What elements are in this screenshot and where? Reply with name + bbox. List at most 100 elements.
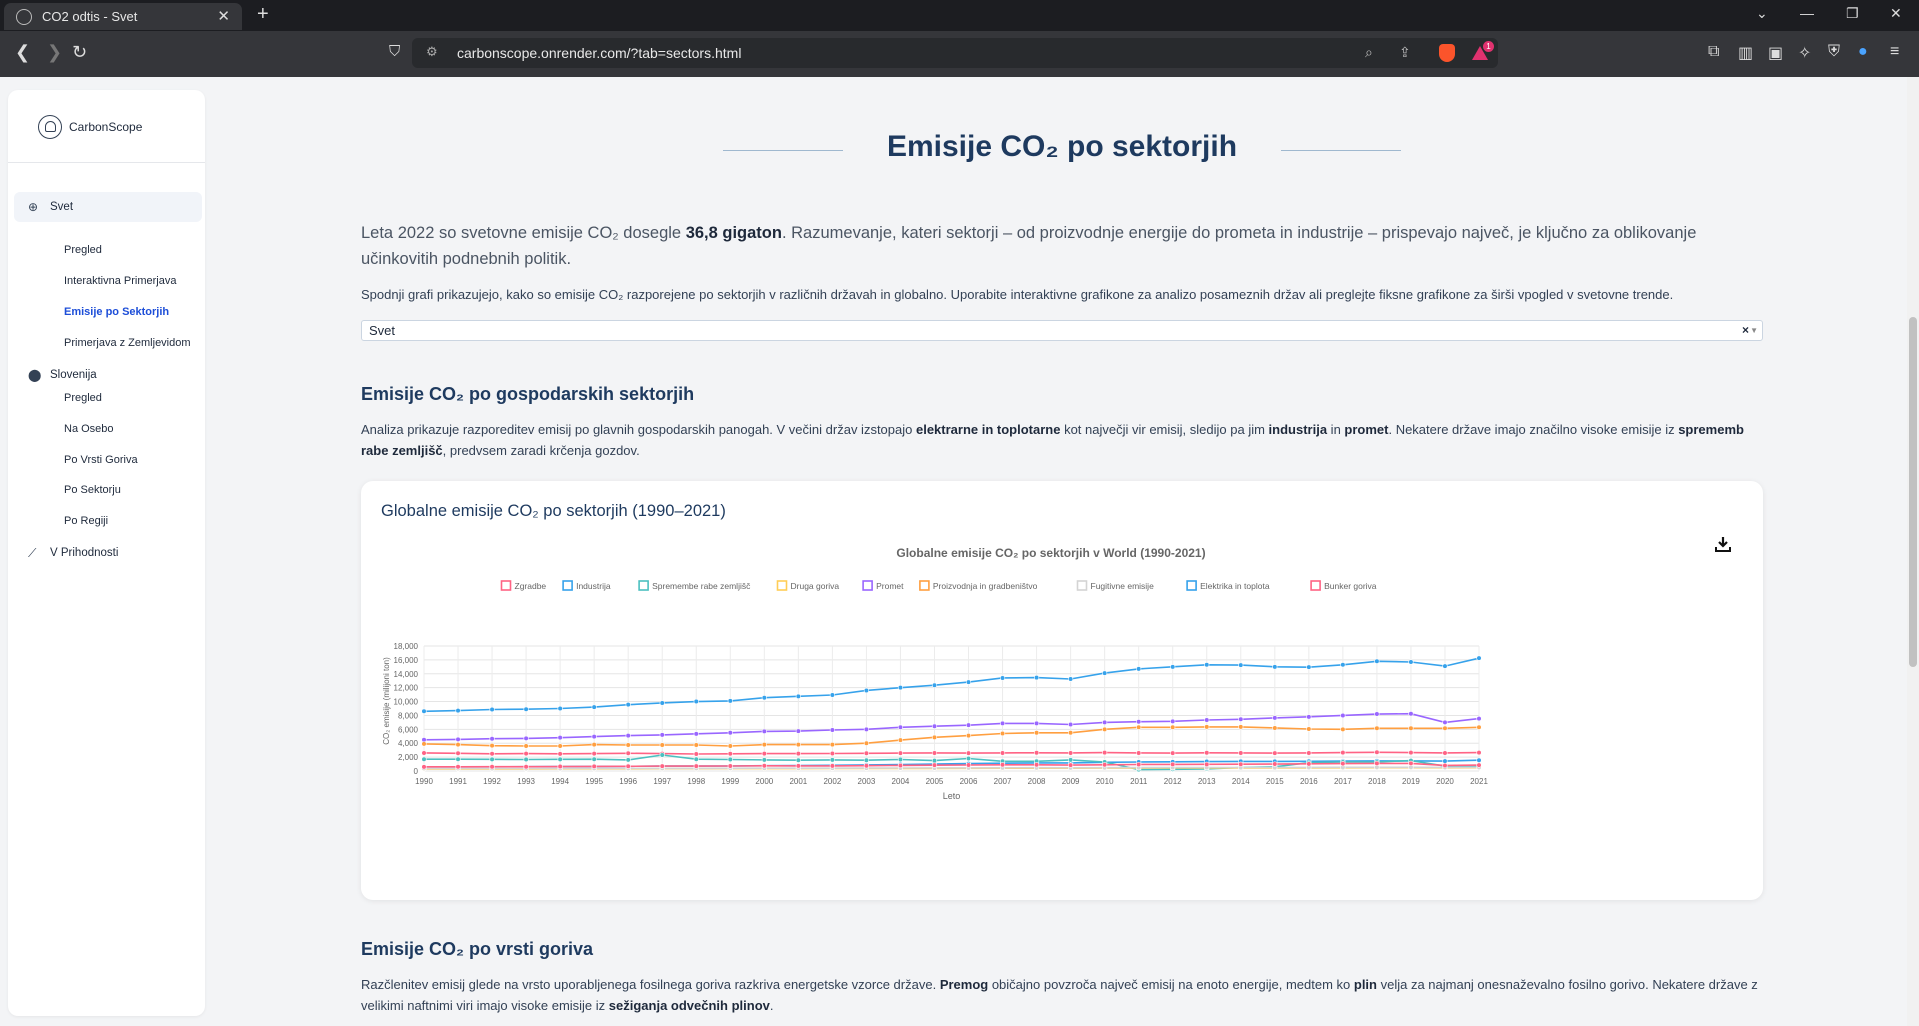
data-point[interactable] — [557, 751, 563, 757]
sidebar-subitem-svet-pregled[interactable]: Pregled — [64, 244, 102, 256]
data-point[interactable] — [897, 762, 904, 769]
data-point[interactable] — [557, 735, 563, 741]
sidebar-subitem-na-osebo[interactable]: Na Osebo — [64, 423, 114, 435]
data-point[interactable] — [795, 693, 801, 699]
data-point[interactable] — [693, 698, 699, 705]
vpn-icon[interactable]: ⛨ — [1828, 43, 1840, 61]
data-point[interactable] — [829, 750, 835, 757]
data-point[interactable] — [1238, 750, 1244, 756]
data-point[interactable] — [557, 756, 563, 762]
data-point[interactable] — [1408, 725, 1414, 731]
data-point[interactable] — [1033, 674, 1040, 681]
data-point[interactable] — [523, 756, 529, 763]
sector-emissions-chart[interactable]: Globalne emisije CO₂ po sektorjih v Worl… — [361, 541, 1763, 891]
data-point[interactable] — [1102, 719, 1108, 725]
sidebar-item-slovenija[interactable]: ⬤ Slovenija — [14, 360, 202, 390]
legend-label[interactable]: Proizvodnja in gradbeništvo — [933, 581, 1038, 591]
extensions-icon[interactable]: ⧉ — [1708, 43, 1719, 61]
data-point[interactable] — [1033, 730, 1040, 736]
data-point[interactable] — [1136, 719, 1142, 725]
data-point[interactable] — [693, 751, 699, 757]
data-point[interactable] — [727, 730, 733, 736]
data-point[interactable] — [693, 742, 699, 748]
data-point[interactable] — [1408, 760, 1414, 766]
data-point[interactable] — [557, 763, 563, 770]
dropdown-caret-icon[interactable]: ▼ — [1750, 321, 1758, 340]
sidebar-item-svet[interactable]: ⊕ Svet — [14, 192, 202, 222]
new-tab-icon[interactable]: + — [257, 3, 269, 26]
legend-label[interactable]: Druga goriva — [791, 581, 840, 591]
data-point[interactable] — [1476, 757, 1482, 763]
data-point[interactable] — [1238, 662, 1244, 668]
data-point[interactable] — [795, 728, 801, 734]
data-point[interactable] — [1033, 720, 1040, 727]
data-point[interactable] — [455, 750, 461, 756]
legend-swatch[interactable] — [500, 580, 512, 591]
data-point[interactable] — [693, 763, 699, 769]
sidebar-subitem-po-regiji[interactable]: Po Regiji — [64, 515, 108, 527]
data-point[interactable] — [1272, 725, 1278, 731]
data-point[interactable] — [489, 706, 495, 713]
browser-tab[interactable]: CO2 odtis - Svet ✕ — [4, 3, 242, 30]
data-point[interactable] — [999, 720, 1006, 727]
data-point[interactable] — [1136, 761, 1142, 768]
data-point[interactable] — [625, 763, 631, 769]
data-point[interactable] — [1068, 750, 1074, 756]
data-point[interactable] — [1442, 725, 1448, 731]
data-point[interactable] — [829, 742, 835, 748]
data-point[interactable] — [1306, 726, 1312, 732]
data-point[interactable] — [829, 763, 835, 769]
data-point[interactable] — [1033, 750, 1040, 756]
sidebar-subitem-po-vrsti-goriva[interactable]: Po Vrsti Goriva — [64, 454, 138, 466]
legend-label[interactable]: Zgradbe — [515, 581, 547, 591]
data-point[interactable] — [1204, 717, 1210, 723]
data-point[interactable] — [489, 764, 495, 770]
data-point[interactable] — [1170, 718, 1176, 724]
data-point[interactable] — [1068, 676, 1074, 682]
country-select[interactable]: Svet × ▼ — [361, 320, 1763, 341]
data-point[interactable] — [1102, 749, 1108, 756]
data-point[interactable] — [965, 722, 972, 728]
data-point[interactable] — [1272, 715, 1278, 721]
data-point[interactable] — [761, 757, 767, 763]
data-point[interactable] — [897, 724, 904, 730]
back-arrow-icon[interactable]: ❮ — [15, 42, 30, 63]
data-point[interactable] — [999, 750, 1006, 756]
data-point[interactable] — [829, 757, 835, 763]
data-point[interactable] — [999, 730, 1006, 737]
data-point[interactable] — [931, 757, 938, 764]
data-point[interactable] — [965, 750, 972, 756]
data-point[interactable] — [1170, 750, 1176, 756]
data-point[interactable] — [761, 728, 767, 735]
data-point[interactable] — [1442, 719, 1448, 725]
data-point[interactable] — [591, 756, 597, 762]
data-point[interactable] — [1476, 762, 1482, 768]
data-point[interactable] — [1374, 711, 1380, 717]
data-point[interactable] — [1476, 655, 1482, 661]
data-point[interactable] — [1033, 762, 1040, 768]
data-point[interactable] — [489, 736, 495, 742]
data-point[interactable] — [659, 742, 665, 748]
data-point[interactable] — [1102, 762, 1108, 768]
data-point[interactable] — [455, 756, 461, 762]
data-point[interactable] — [965, 732, 972, 739]
clear-selection-icon[interactable]: × — [1742, 321, 1749, 340]
legend-label[interactable]: Bunker goriva — [1324, 581, 1377, 591]
data-point[interactable] — [965, 679, 972, 685]
data-point[interactable] — [1238, 716, 1244, 722]
data-point[interactable] — [1204, 750, 1210, 756]
data-point[interactable] — [863, 750, 870, 756]
data-point[interactable] — [761, 763, 767, 769]
data-point[interactable] — [591, 704, 597, 710]
page-scrollbar[interactable] — [1907, 77, 1919, 1026]
data-point[interactable] — [863, 687, 870, 694]
data-point[interactable] — [1476, 749, 1482, 756]
data-point[interactable] — [897, 737, 904, 743]
data-point[interactable] — [1408, 711, 1414, 717]
brave-shields-icon[interactable] — [1439, 44, 1455, 62]
data-point[interactable] — [761, 751, 767, 757]
data-point[interactable] — [1170, 761, 1176, 768]
data-point[interactable] — [1136, 724, 1142, 730]
data-point[interactable] — [1374, 760, 1380, 766]
data-point[interactable] — [795, 763, 801, 769]
